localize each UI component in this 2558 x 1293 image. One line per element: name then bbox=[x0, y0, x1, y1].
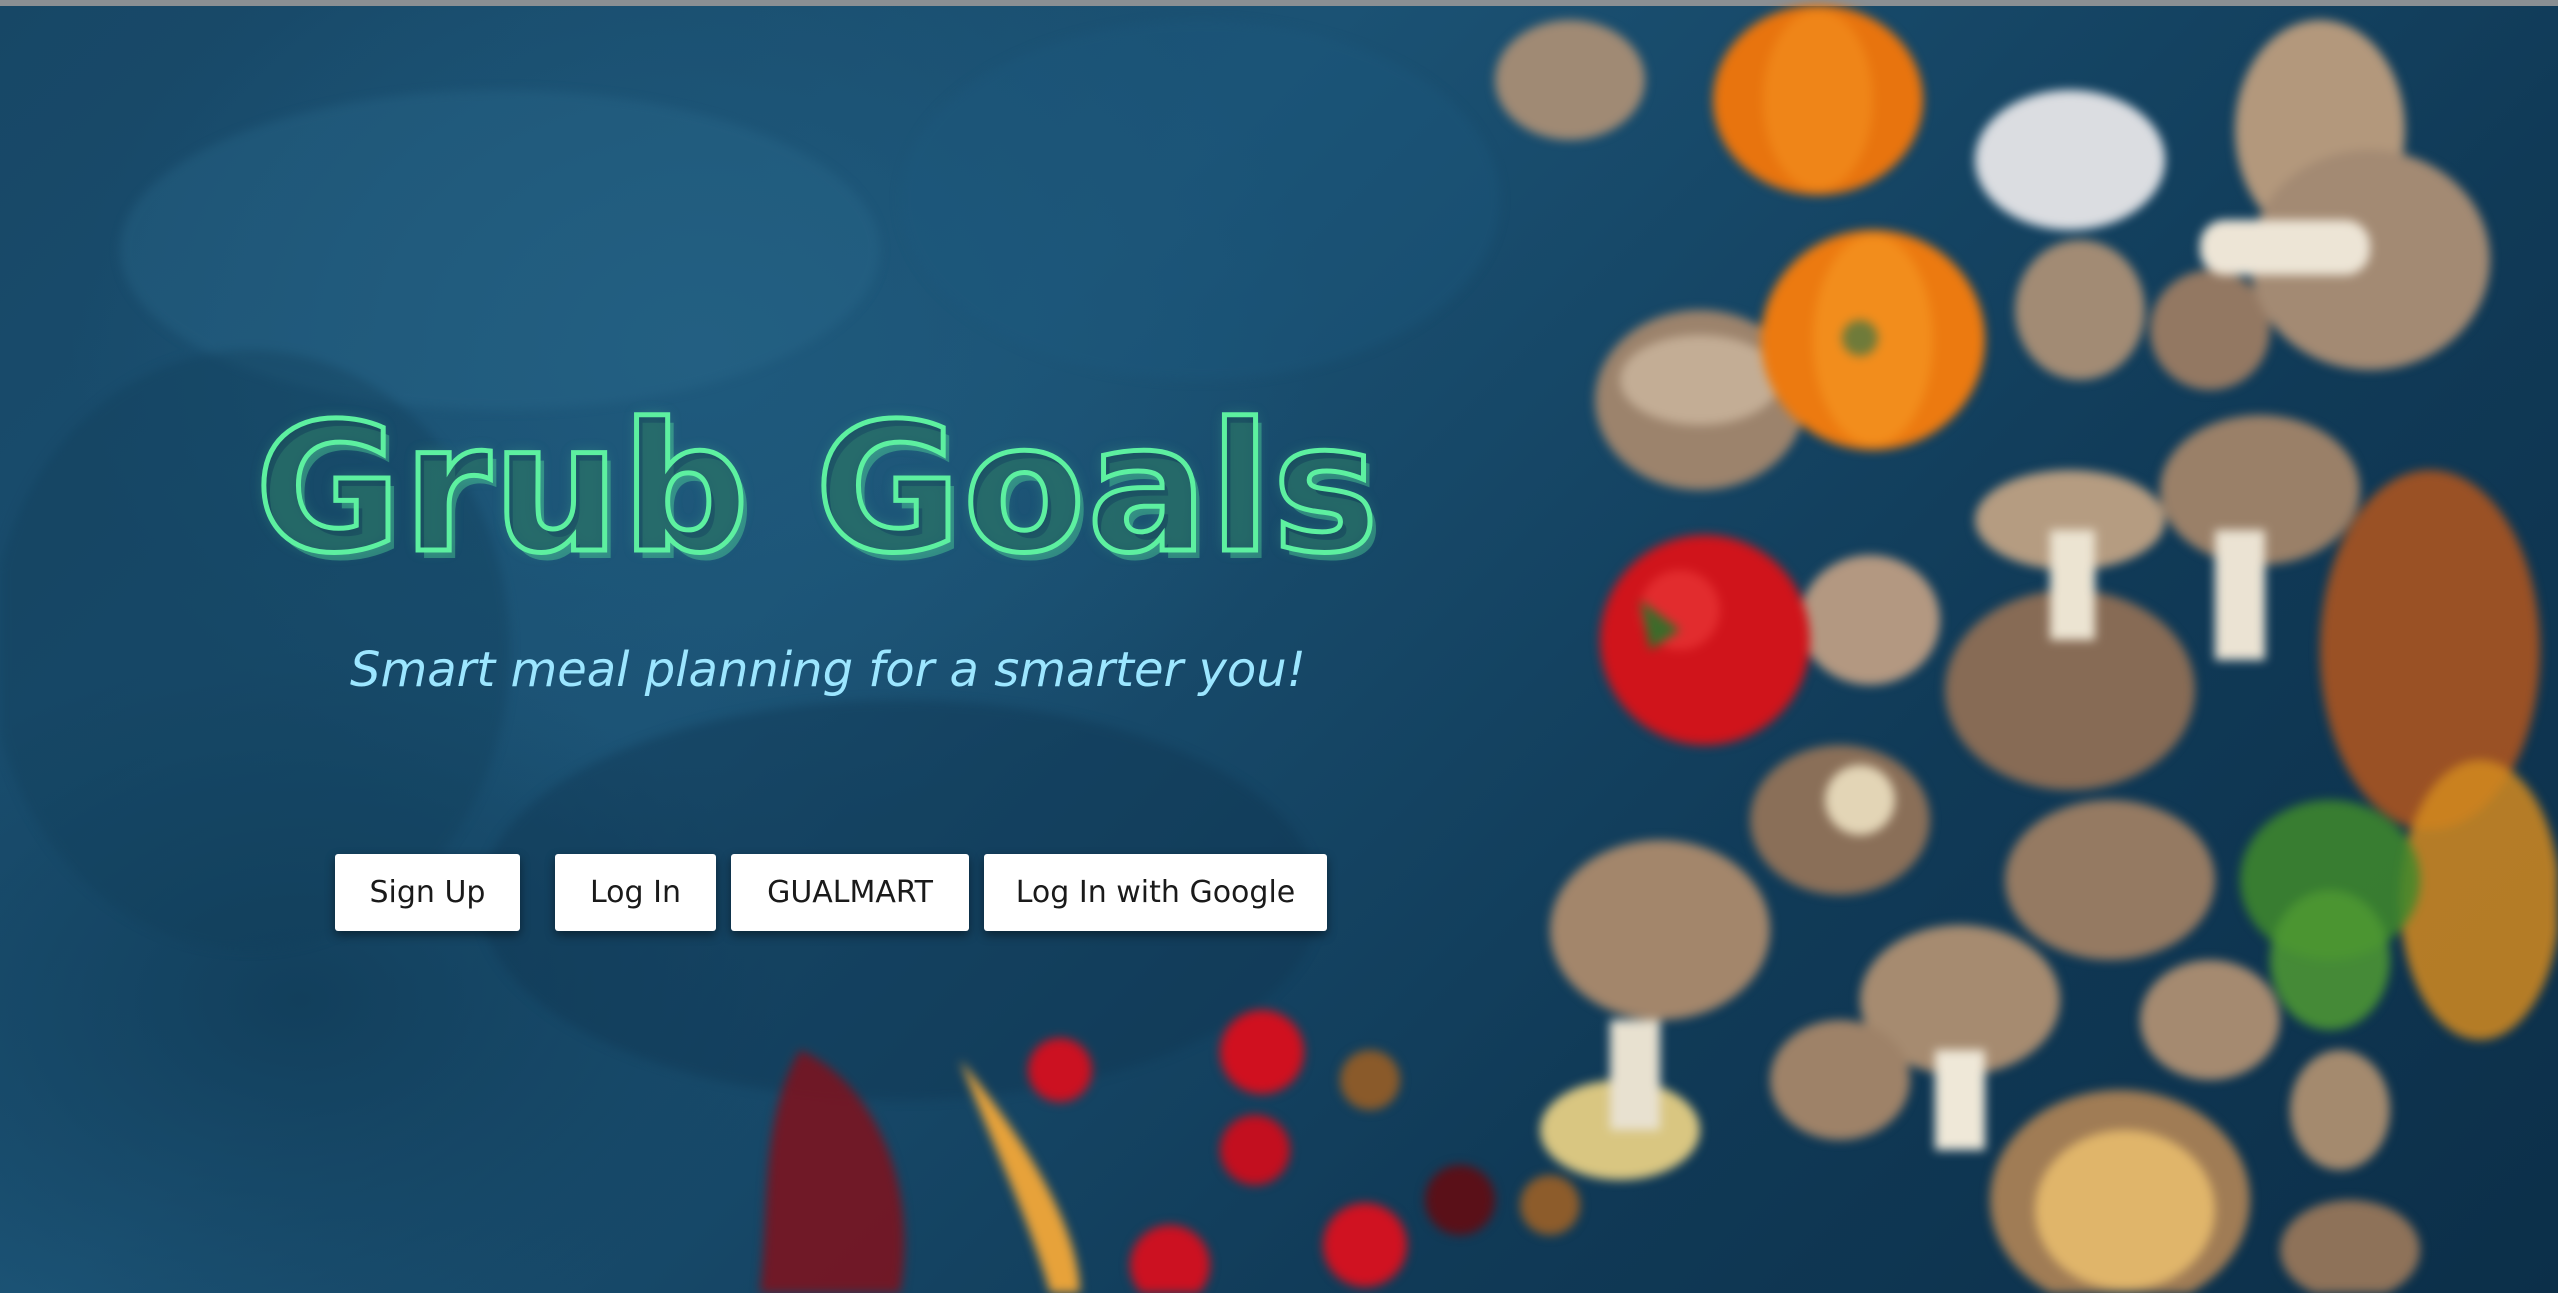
app-tagline: Smart meal planning for a smarter you! bbox=[350, 642, 1306, 698]
landing-page: Grub Goals Smart meal planning for a sma… bbox=[0, 0, 2558, 1293]
log-in-with-google-button[interactable]: Log In with Google bbox=[984, 854, 1327, 931]
log-in-button[interactable]: Log In bbox=[555, 854, 716, 931]
app-title: Grub Goals bbox=[252, 385, 1381, 592]
gualmart-button[interactable]: GUALMART bbox=[731, 854, 969, 931]
sign-up-button[interactable]: Sign Up bbox=[335, 854, 520, 931]
